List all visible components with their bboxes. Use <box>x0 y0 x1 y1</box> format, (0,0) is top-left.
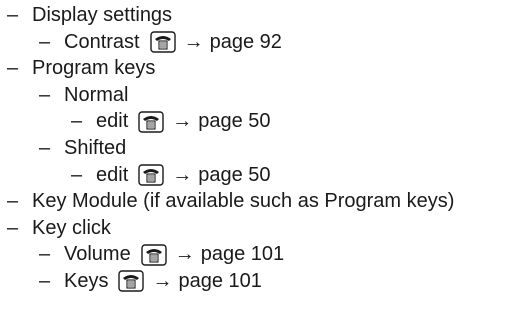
menu-item-label: edit <box>96 163 129 186</box>
menu-item-shifted-edit: – edit → page 50 <box>0 162 526 189</box>
arrow-right-icon: → <box>172 163 193 186</box>
dash: – <box>71 110 83 133</box>
telephone-icon <box>141 243 167 266</box>
arrow-right-icon: → <box>152 269 173 292</box>
menu-item-normal-edit: – edit → page 50 <box>0 108 526 135</box>
menu-item-label: Key click <box>32 216 111 239</box>
menu-item-label: Contrast <box>64 30 140 53</box>
menu-item-contrast: – Contrast → page 92 <box>0 29 526 56</box>
dash: – <box>71 163 83 186</box>
menu-item-label: Program keys <box>32 57 156 80</box>
menu-item-display-settings: – Display settings <box>0 2 526 29</box>
menu-item-shifted: – Shifted <box>0 135 526 162</box>
dash: – <box>39 269 51 292</box>
dash: – <box>39 83 51 106</box>
telephone-icon <box>118 270 145 292</box>
page-reference-link[interactable]: page 50 <box>198 108 270 135</box>
dash: – <box>7 190 19 213</box>
dash: – <box>39 30 51 53</box>
menu-item-label: Display settings <box>32 4 173 26</box>
menu-item-key-click: – Key click <box>0 215 526 242</box>
menu-item-label: Key Module (if available such as Program… <box>32 190 455 213</box>
menu-item-key-module: – Key Module (if available such as Progr… <box>0 188 526 215</box>
menu-item-label: Shifted <box>64 136 127 159</box>
arrow-right-icon: → <box>183 30 204 53</box>
arrow-right-icon: → <box>174 243 195 266</box>
menu-item-normal: – Normal <box>0 82 526 109</box>
dash: – <box>7 4 19 26</box>
telephone-icon <box>138 110 164 133</box>
menu-item-volume: – Volume → page 101 <box>0 241 526 268</box>
menu-item-label: Normal <box>64 83 129 106</box>
menu-item-label: Keys <box>64 269 109 292</box>
page-reference-link[interactable]: page 101 <box>201 241 284 268</box>
menu-item-keys: – Keys → page 101 <box>0 268 526 295</box>
arrow-right-icon: → <box>172 110 193 133</box>
menu-tree: – Display settings – Contrast → page 92 … <box>0 2 526 295</box>
menu-item-label: edit <box>96 110 129 133</box>
dash: – <box>7 216 19 239</box>
page-reference-link[interactable]: page 92 <box>210 29 282 56</box>
dash: – <box>39 136 51 159</box>
menu-item-label: Volume <box>64 243 131 266</box>
page-reference-link[interactable]: page 101 <box>178 268 261 295</box>
page-reference-link[interactable]: page 50 <box>198 162 270 189</box>
telephone-icon <box>149 31 176 53</box>
dash: – <box>39 243 51 266</box>
dash: – <box>7 57 19 80</box>
telephone-icon <box>138 164 164 186</box>
menu-item-program-keys: – Program keys <box>0 55 526 82</box>
